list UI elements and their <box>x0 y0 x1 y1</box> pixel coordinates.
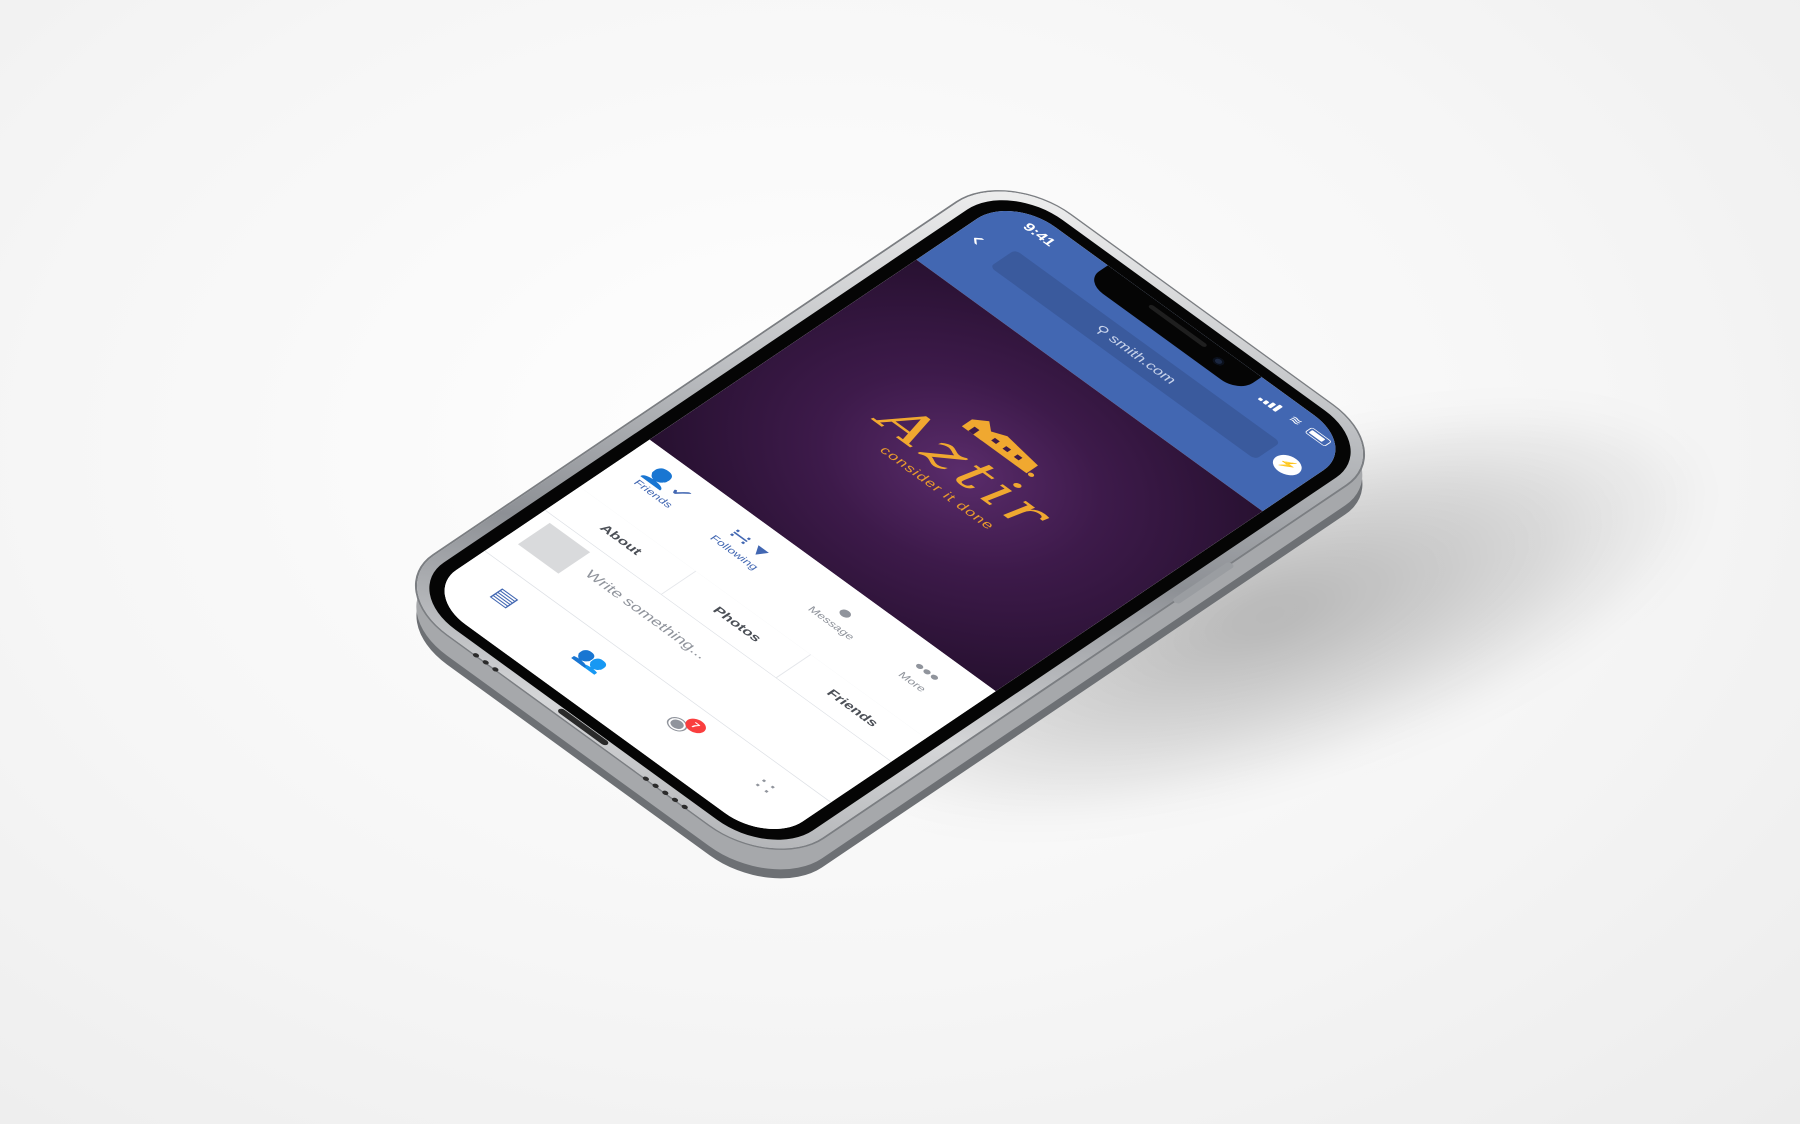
signal-icon <box>1257 394 1283 412</box>
messenger-icon[interactable]: ⚡ <box>1267 450 1308 480</box>
chevron-left-icon[interactable]: ‹ <box>964 229 993 249</box>
battery-icon <box>1304 426 1333 447</box>
device-mockup: 9:41 ≋ ‹ ⚲ smith.com ⚡ Aztir consider it… <box>0 0 1800 1124</box>
wifi-icon: ≋ <box>1284 413 1306 429</box>
front-camera <box>1210 355 1227 367</box>
notification-badge: 7 <box>680 715 710 736</box>
search-icon: ⚲ <box>1091 322 1114 338</box>
